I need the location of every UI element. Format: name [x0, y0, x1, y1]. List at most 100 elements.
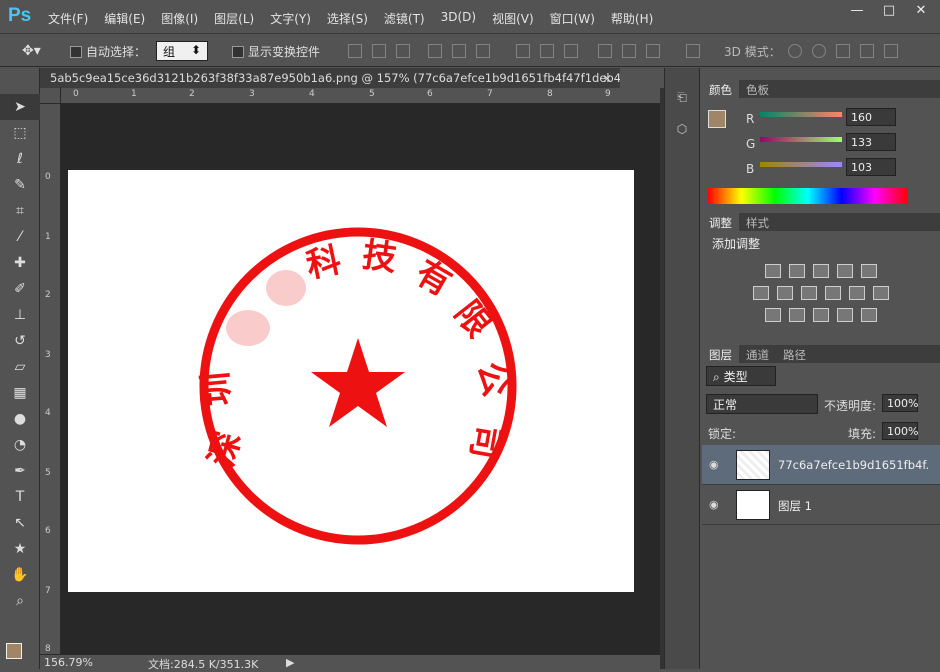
minimize-button[interactable]: —	[842, 2, 872, 20]
tab-swatches[interactable]: 色板	[739, 80, 776, 98]
r-value[interactable]: 160	[846, 108, 896, 126]
b-slider[interactable]	[760, 162, 842, 167]
hand-tool-icon[interactable]: ✋	[0, 562, 40, 588]
3d-scale-icon[interactable]	[884, 44, 898, 58]
zoom-level[interactable]: 156.79%	[44, 656, 93, 669]
photo-filter-icon[interactable]	[825, 286, 841, 300]
posterize-icon[interactable]	[789, 308, 805, 322]
blur-tool-icon[interactable]: ●	[0, 406, 40, 432]
3d-roll-icon[interactable]	[812, 44, 826, 58]
layer-row[interactable]: ◉ 图层 1	[702, 485, 940, 525]
tab-paths[interactable]: 路径	[776, 345, 813, 363]
r-slider[interactable]	[760, 112, 842, 117]
hue-saturation-icon[interactable]	[753, 286, 769, 300]
color-balance-icon[interactable]	[777, 286, 793, 300]
selective-color-icon[interactable]	[837, 308, 853, 322]
menu-filter[interactable]: 滤镜(T)	[376, 10, 433, 27]
eyedropper-tool-icon[interactable]: ⁄	[0, 224, 40, 250]
gradient-map-icon[interactable]	[861, 308, 877, 322]
history-brush-tool-icon[interactable]: ↺	[0, 328, 40, 354]
shape-tool-icon[interactable]: ★	[0, 536, 40, 562]
show-transform-checkbox[interactable]: 显示变换控件	[232, 43, 320, 60]
move-tool-icon[interactable]: ➤	[0, 94, 40, 120]
distribute-left-icon[interactable]	[598, 44, 612, 58]
clone-stamp-tool-icon[interactable]: ⊥	[0, 302, 40, 328]
distribute-bottom-icon[interactable]	[564, 44, 578, 58]
3d-panel-icon[interactable]: ⬡	[665, 122, 699, 144]
3d-pan-icon[interactable]	[836, 44, 850, 58]
curves-icon[interactable]	[813, 264, 829, 278]
color-lookup-icon[interactable]	[873, 286, 889, 300]
foreground-swatch[interactable]	[708, 110, 726, 128]
menu-view[interactable]: 视图(V)	[484, 10, 542, 27]
menu-select[interactable]: 选择(S)	[319, 10, 376, 27]
layer-filter-dropdown[interactable]: ⌕ 类型	[706, 366, 776, 386]
move-tool-icon[interactable]: ✥▾	[22, 43, 41, 59]
tab-adjustments[interactable]: 调整	[702, 213, 739, 231]
menu-type[interactable]: 文字(Y)	[262, 10, 319, 27]
menu-help[interactable]: 帮助(H)	[603, 10, 661, 27]
menu-layer[interactable]: 图层(L)	[206, 10, 262, 27]
channel-mixer-icon[interactable]	[849, 286, 865, 300]
document-canvas[interactable]: 深 圳 科 技 有 限 公 司	[68, 170, 634, 592]
menu-3d[interactable]: 3D(D)	[433, 10, 484, 27]
tab-channels[interactable]: 通道	[739, 345, 776, 363]
document-tab[interactable]: 5ab5c9ea15ce36d3121b263f38f33a87e950b1a6…	[40, 68, 620, 88]
maximize-button[interactable]: □	[874, 2, 904, 20]
history-panel-icon[interactable]: ⎗	[665, 90, 699, 112]
brightness-icon[interactable]	[765, 264, 781, 278]
g-value[interactable]: 133	[846, 133, 896, 151]
levels-icon[interactable]	[789, 264, 805, 278]
tab-color[interactable]: 颜色	[702, 80, 739, 98]
dodge-tool-icon[interactable]: ◔	[0, 432, 40, 458]
crop-tool-icon[interactable]: ⌗	[0, 198, 40, 224]
color-spectrum[interactable]	[708, 188, 908, 204]
invert-icon[interactable]	[765, 308, 781, 322]
brush-tool-icon[interactable]: ✐	[0, 276, 40, 302]
canvas-area[interactable]: 深 圳 科 技 有 限 公 司	[61, 104, 660, 654]
fill-value[interactable]: 100%	[882, 422, 918, 440]
eraser-tool-icon[interactable]: ▱	[0, 354, 40, 380]
foreground-color-swatch[interactable]	[6, 643, 22, 659]
auto-select-checkbox[interactable]: 自动选择：	[70, 43, 146, 60]
close-button[interactable]: ✕	[906, 2, 936, 20]
g-slider[interactable]	[760, 137, 842, 142]
b-value[interactable]: 103	[846, 158, 896, 176]
align-left-icon[interactable]	[428, 44, 442, 58]
tab-styles[interactable]: 样式	[739, 213, 776, 231]
visibility-eye-icon[interactable]: ◉	[709, 498, 719, 511]
menu-edit[interactable]: 编辑(E)	[96, 10, 153, 27]
exposure-icon[interactable]	[837, 264, 853, 278]
blend-mode-dropdown[interactable]: 正常	[706, 394, 818, 414]
distribute-middle-icon[interactable]	[540, 44, 554, 58]
align-bottom-icon[interactable]	[396, 44, 410, 58]
vibrance-icon[interactable]	[861, 264, 877, 278]
auto-align-icon[interactable]	[686, 44, 700, 58]
status-menu-arrow-icon[interactable]: ▶	[286, 656, 294, 669]
distribute-center-icon[interactable]	[622, 44, 636, 58]
visibility-eye-icon[interactable]: ◉	[709, 458, 719, 471]
pen-tool-icon[interactable]: ✒	[0, 458, 40, 484]
lasso-tool-icon[interactable]: ℓ	[0, 146, 40, 172]
distribute-right-icon[interactable]	[646, 44, 660, 58]
opacity-value[interactable]: 100%	[882, 394, 918, 412]
black-white-icon[interactable]	[801, 286, 817, 300]
align-top-icon[interactable]	[348, 44, 362, 58]
quick-select-tool-icon[interactable]: ✎	[0, 172, 40, 198]
marquee-tool-icon[interactable]: ⬚	[0, 120, 40, 146]
threshold-icon[interactable]	[813, 308, 829, 322]
menu-file[interactable]: 文件(F)	[40, 10, 96, 27]
close-tab-icon[interactable]: ×	[602, 71, 612, 85]
type-tool-icon[interactable]: T	[0, 484, 40, 510]
menu-image[interactable]: 图像(I)	[153, 10, 206, 27]
align-center-icon[interactable]	[452, 44, 466, 58]
3d-slide-icon[interactable]	[860, 44, 874, 58]
distribute-top-icon[interactable]	[516, 44, 530, 58]
auto-select-dropdown[interactable]: 组 ⬍	[156, 41, 208, 61]
align-right-icon[interactable]	[476, 44, 490, 58]
align-middle-icon[interactable]	[372, 44, 386, 58]
3d-rotate-icon[interactable]	[788, 44, 802, 58]
zoom-tool-icon[interactable]: ⌕	[0, 588, 40, 614]
gradient-tool-icon[interactable]: ▦	[0, 380, 40, 406]
tab-layers[interactable]: 图层	[702, 345, 739, 363]
